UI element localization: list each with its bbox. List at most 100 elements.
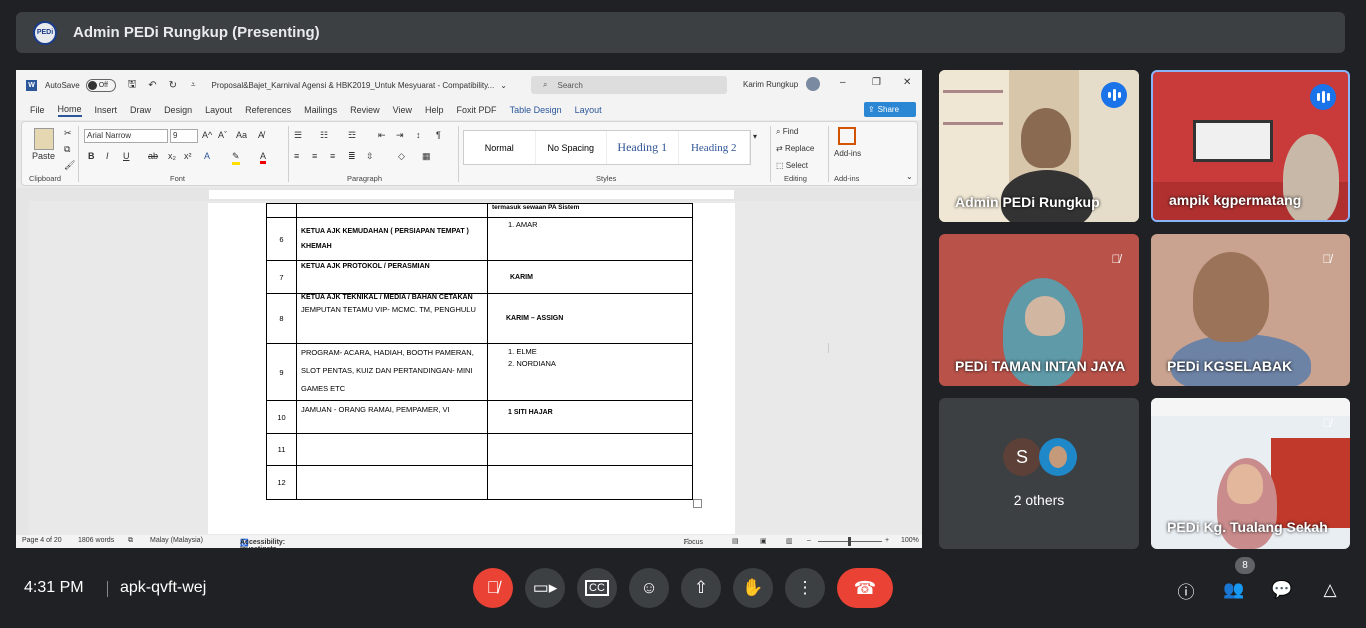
word-user-avatar[interactable] bbox=[806, 77, 820, 91]
show-marks-icon[interactable]: ¶ bbox=[436, 130, 441, 140]
tab-review[interactable]: Review bbox=[350, 105, 380, 115]
bullets-icon[interactable]: ☰ bbox=[294, 130, 302, 141]
decrease-indent-icon[interactable]: ⇤ bbox=[378, 130, 386, 141]
word-search[interactable]: ⌕ Search bbox=[531, 76, 727, 94]
mic-toggle-button[interactable]: 🎙̸ bbox=[473, 568, 513, 608]
tab-references[interactable]: References bbox=[245, 105, 291, 115]
tab-mailings[interactable]: Mailings bbox=[304, 105, 337, 115]
read-mode-icon[interactable]: ▤ bbox=[732, 537, 739, 545]
redo-icon[interactable]: ↻ bbox=[169, 80, 177, 91]
clear-format-icon[interactable]: A̸ bbox=[258, 130, 264, 140]
select-button[interactable]: ⬚ Select bbox=[776, 161, 808, 170]
tab-help[interactable]: Help bbox=[425, 105, 444, 115]
participant-tile[interactable]: 🎙̸ PEDi Kg. Tualang Sekah bbox=[1151, 398, 1350, 549]
align-right-icon[interactable]: ≡ bbox=[330, 151, 335, 161]
cut-icon[interactable]: ✂ bbox=[64, 128, 72, 139]
tab-foxit-pdf[interactable]: Foxit PDF bbox=[457, 105, 497, 115]
styles-more-icon[interactable]: ▾ bbox=[753, 132, 757, 141]
document-page[interactable]: termasuk sewaan PA Sistem 6 KETUA AJK KE… bbox=[208, 203, 735, 534]
collapse-ribbon-icon[interactable]: ⌄ bbox=[906, 172, 913, 181]
present-button[interactable]: ⇧ bbox=[681, 568, 721, 608]
tab-design[interactable]: Design bbox=[164, 105, 192, 115]
save-icon[interactable]: 🖫 bbox=[128, 77, 137, 94]
paste-label[interactable]: Paste bbox=[32, 151, 55, 161]
participant-tile[interactable]: 🎙̸ PEDi KGSELABAK bbox=[1151, 234, 1350, 386]
tab-view[interactable]: View bbox=[393, 105, 412, 115]
borders-icon[interactable]: ▦ bbox=[422, 151, 431, 162]
grow-font-icon[interactable]: A^ bbox=[202, 130, 212, 140]
style-heading-2[interactable]: Heading 2 bbox=[679, 131, 750, 164]
change-case-icon[interactable]: Aa bbox=[236, 130, 247, 140]
superscript-icon[interactable]: x² bbox=[184, 151, 192, 161]
share-button[interactable]: ⇪ Share bbox=[864, 102, 916, 117]
tab-table-layout[interactable]: Layout bbox=[575, 105, 602, 115]
find-button[interactable]: ⌕ Find bbox=[776, 127, 798, 137]
multilevel-list-icon[interactable]: ☲ bbox=[348, 130, 356, 141]
title-chevron-icon[interactable]: ⌄ bbox=[500, 81, 507, 90]
zoom-in-icon[interactable]: + bbox=[885, 537, 889, 544]
replace-button[interactable]: ⇄ Replace bbox=[776, 144, 814, 153]
close-icon[interactable]: ✕ bbox=[903, 77, 911, 88]
vertical-ruler[interactable] bbox=[16, 201, 29, 535]
status-page[interactable]: Page 4 of 20 bbox=[22, 537, 62, 544]
status-words[interactable]: 1806 words bbox=[78, 537, 114, 544]
tab-home[interactable]: Home bbox=[57, 104, 82, 117]
participant-tile[interactable]: 🎙̸ PEDi TAMAN INTAN JAYA bbox=[939, 234, 1139, 386]
participant-tile-others[interactable]: S 2 others bbox=[939, 398, 1139, 549]
zoom-out-icon[interactable]: – bbox=[807, 537, 811, 544]
subscript-icon[interactable]: x₂ bbox=[168, 151, 176, 161]
raise-hand-button[interactable]: ✋ bbox=[733, 568, 773, 608]
horizontal-ruler[interactable] bbox=[16, 188, 922, 201]
captions-button[interactable]: CC bbox=[577, 568, 617, 608]
restore-icon[interactable]: ❐ bbox=[872, 77, 881, 88]
strikethrough-icon[interactable]: ab bbox=[148, 151, 158, 161]
align-center-icon[interactable]: ≡ bbox=[312, 151, 317, 161]
style-heading-1[interactable]: Heading 1 bbox=[607, 131, 679, 164]
bold-icon[interactable]: B bbox=[88, 151, 95, 161]
text-effects-icon[interactable]: A bbox=[204, 151, 210, 161]
style-normal[interactable]: Normal bbox=[464, 131, 536, 164]
numbering-icon[interactable]: ☷ bbox=[320, 130, 328, 141]
shading-icon[interactable]: ◇ bbox=[398, 151, 405, 162]
tab-insert[interactable]: Insert bbox=[95, 105, 118, 115]
shrink-font-icon[interactable]: Aˇ bbox=[218, 130, 227, 140]
participant-tile-active-speaker[interactable]: ampik kgpermatang bbox=[1151, 70, 1350, 222]
print-layout-icon[interactable]: ▣ bbox=[760, 537, 767, 545]
customize-icon[interactable]: ⩡ bbox=[191, 80, 196, 90]
align-left-icon[interactable]: ≡ bbox=[294, 151, 299, 161]
italic-icon[interactable]: I bbox=[106, 151, 109, 161]
undo-icon[interactable]: ↶ bbox=[148, 80, 156, 91]
tab-table-design[interactable]: Table Design bbox=[510, 105, 562, 115]
paste-icon[interactable] bbox=[34, 128, 54, 150]
font-color-icon[interactable]: A bbox=[260, 151, 267, 164]
style-no-spacing[interactable]: No Spacing bbox=[536, 131, 607, 164]
sort-icon[interactable]: ↕ bbox=[416, 130, 421, 140]
justify-icon[interactable]: ≣ bbox=[348, 151, 356, 162]
add-ins-icon[interactable] bbox=[838, 127, 856, 145]
line-spacing-icon[interactable]: ⇳ bbox=[366, 151, 374, 162]
web-layout-icon[interactable]: ▥ bbox=[786, 537, 793, 545]
highlight-icon[interactable]: ✎ bbox=[232, 151, 240, 165]
increase-indent-icon[interactable]: ⇥ bbox=[396, 130, 404, 141]
chat-button[interactable]: 💬 bbox=[1270, 578, 1294, 602]
leave-call-button[interactable]: ☎ bbox=[837, 568, 893, 608]
minimize-icon[interactable]: – bbox=[840, 77, 846, 88]
meeting-details-button[interactable]: ⓘ bbox=[1174, 578, 1198, 602]
zoom-slider-handle[interactable] bbox=[848, 537, 851, 546]
font-size-select[interactable]: 9 bbox=[170, 129, 198, 143]
underline-icon[interactable]: U bbox=[123, 151, 130, 161]
font-name-select[interactable]: Arial Narrow bbox=[84, 129, 168, 143]
tab-layout[interactable]: Layout bbox=[205, 105, 232, 115]
tab-file[interactable]: File bbox=[30, 105, 45, 115]
participant-tile[interactable]: Admin PEDi Rungkup bbox=[939, 70, 1139, 222]
tab-draw[interactable]: Draw bbox=[130, 105, 151, 115]
copy-icon[interactable]: ⧉ bbox=[64, 144, 70, 155]
reactions-button[interactable]: ☺ bbox=[629, 568, 669, 608]
table-resize-handle[interactable] bbox=[693, 499, 702, 508]
autosave-toggle[interactable]: Off bbox=[85, 78, 116, 92]
people-button[interactable]: 👥 bbox=[1222, 578, 1246, 602]
add-ins-button[interactable]: Add-ins bbox=[834, 149, 861, 158]
more-options-button[interactable]: ⋮ bbox=[785, 568, 825, 608]
proofing-icon[interactable]: ⧉ bbox=[128, 537, 133, 545]
zoom-level[interactable]: 100% bbox=[901, 537, 919, 544]
